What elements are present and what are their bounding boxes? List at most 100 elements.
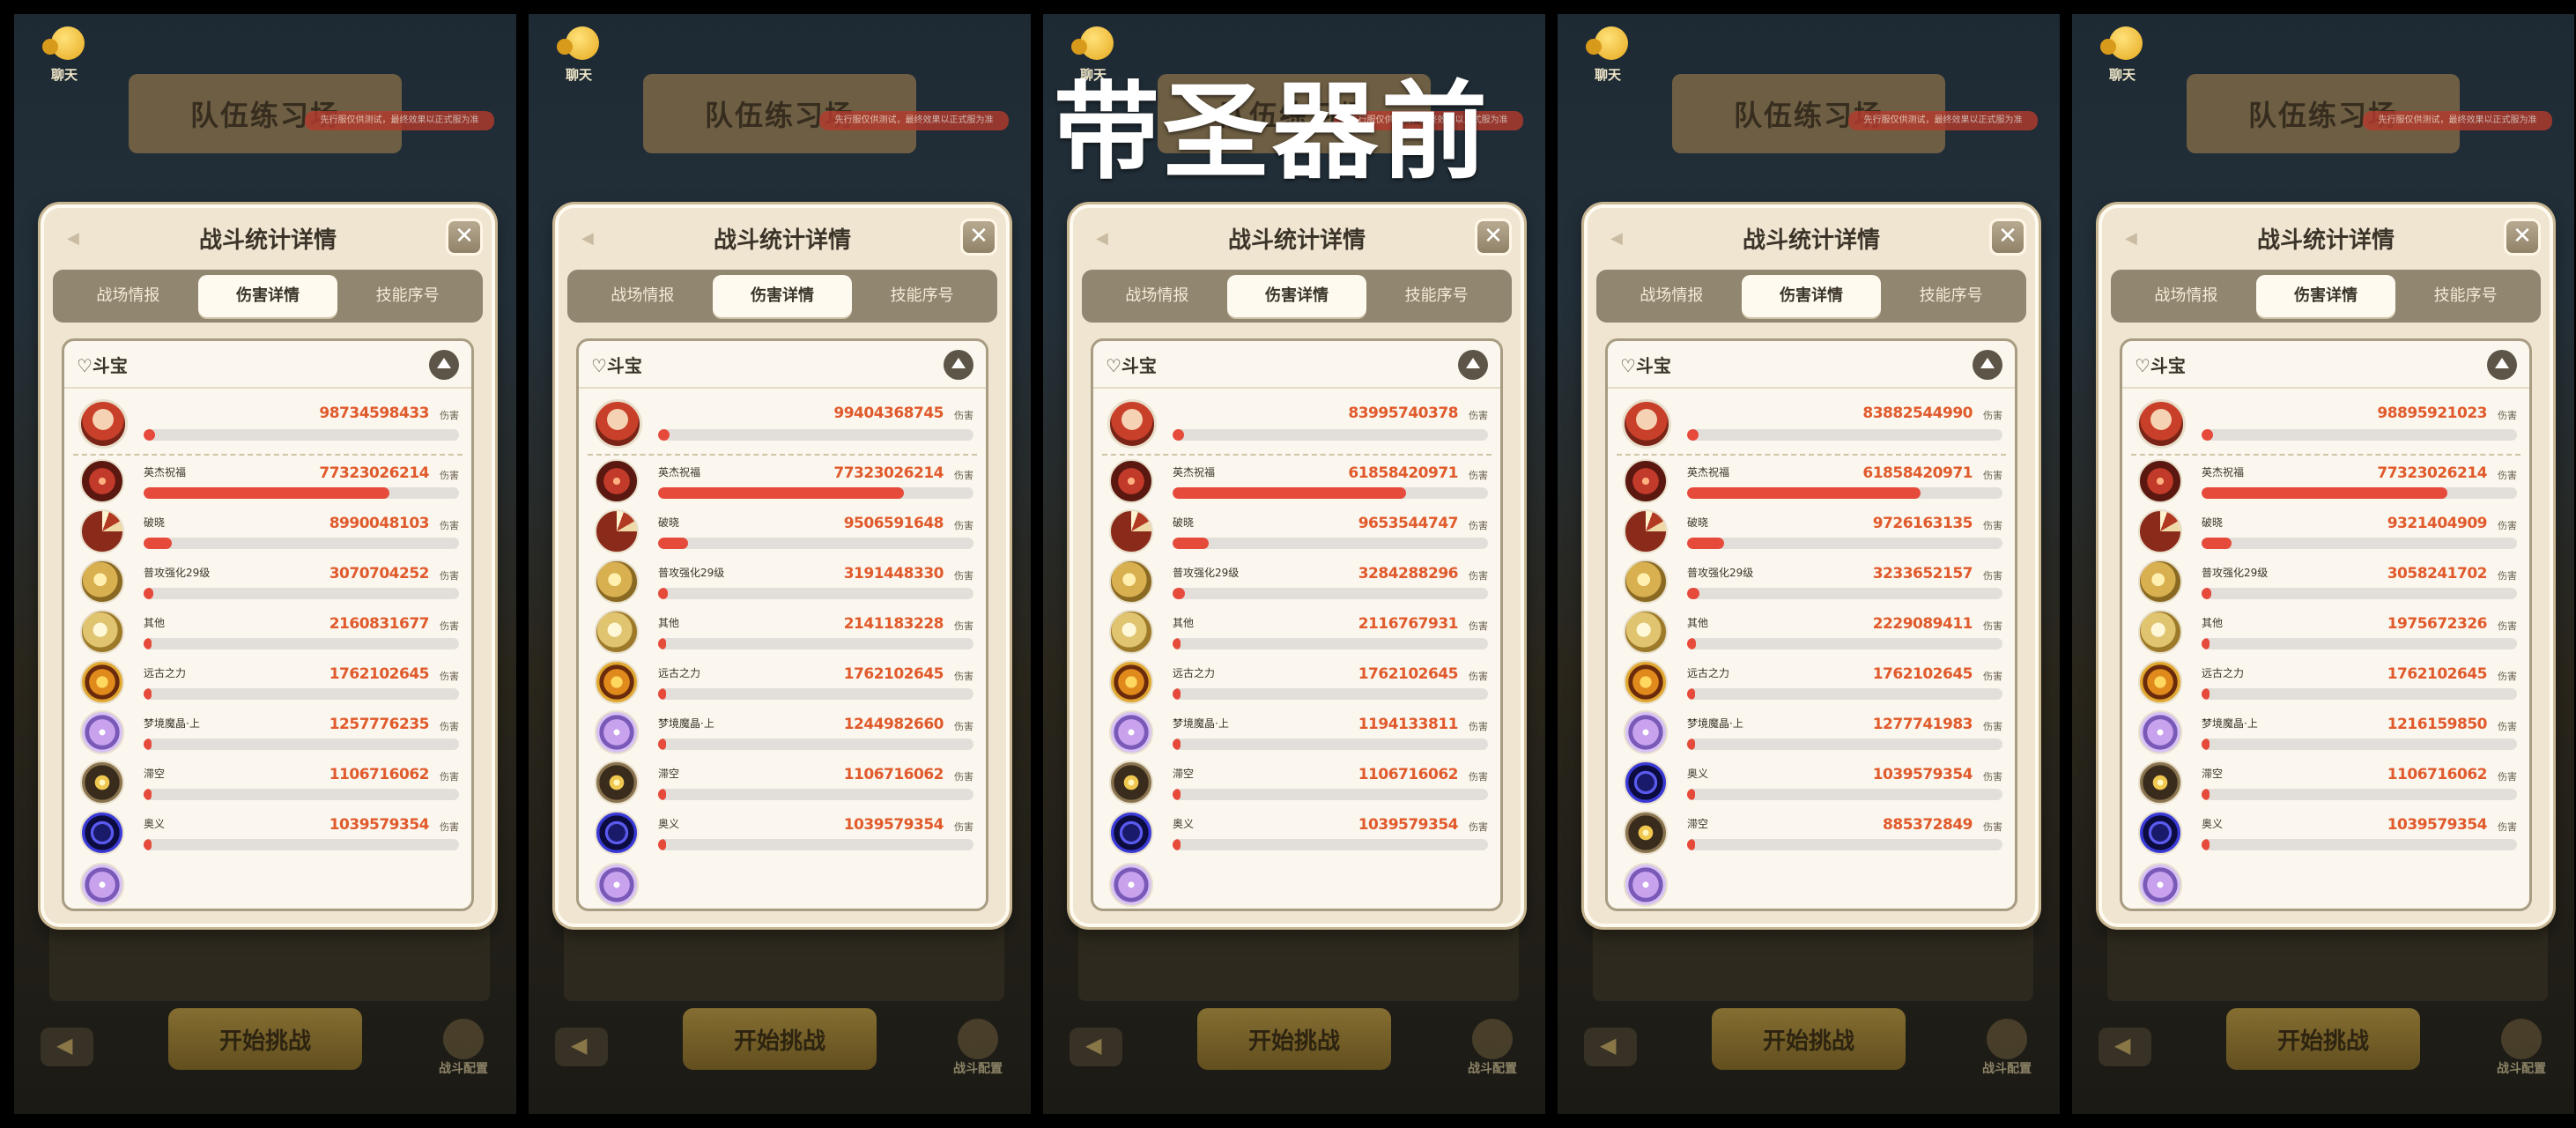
skill-row: 梦境魔晶·上 1194133811 伤害: [1102, 707, 1492, 757]
dream-skill-icon: [80, 710, 124, 754]
hero-total-row: 98895921023 伤害: [2131, 392, 2520, 456]
tab-damage-details[interactable]: 伤害详情: [197, 275, 338, 317]
normal-skill-icon: [2138, 560, 2182, 604]
damage-bar: [144, 638, 459, 649]
skill-name: 破晓: [144, 516, 166, 529]
collapse-icon[interactable]: [944, 350, 973, 380]
config-label: 战斗配置: [1468, 1062, 1517, 1076]
damage-unit: 伤害: [954, 470, 973, 481]
damage-unit: 伤害: [440, 721, 459, 732]
skill-row: 滞空 1106716062 伤害: [73, 757, 463, 807]
close-button[interactable]: ✕: [960, 219, 997, 256]
battle-config-button[interactable]: 战斗配置: [2486, 1019, 2557, 1080]
dialog-title: 战斗统计详情: [1742, 227, 1880, 254]
battle-config-button[interactable]: 战斗配置: [1972, 1019, 2042, 1080]
chat-button[interactable]: 聊天: [1582, 26, 1635, 83]
damage-value: 1257776235: [329, 716, 430, 733]
damage-bar: [144, 688, 459, 700]
team-name: ♡斗宝: [1620, 354, 1671, 376]
hero-bless-skill-icon: [80, 459, 124, 503]
test-server-note: 先行服仅供测试，最终效果以正式服为准: [819, 111, 1009, 130]
damage-value: 3070704252: [329, 565, 430, 583]
damage-panel[interactable]: ♡斗宝 98734598433 伤害 英杰祝福 77323026214 伤害 破…: [62, 338, 474, 911]
damage-bar: [2202, 487, 2517, 499]
total-damage-value: 99404368745: [833, 404, 944, 422]
damage-panel[interactable]: ♡斗宝 98895921023 伤害 英杰祝福 77323026214 伤害 破…: [2120, 338, 2532, 911]
damage-value: 1194133811: [1358, 716, 1459, 733]
tab-battle-info[interactable]: 战场情报: [573, 275, 713, 317]
back-button[interactable]: [41, 1028, 93, 1066]
damage-bar-fill: [2202, 538, 2232, 549]
damage-value: 1106716062: [1358, 766, 1459, 783]
damage-value: 3284288296: [1358, 565, 1459, 583]
tab-skill-order[interactable]: 技能序号: [1366, 275, 1506, 317]
skill-name: 普攻强化29级: [1687, 567, 1754, 579]
damage-panel[interactable]: ♡斗宝 99404368745 伤害 英杰祝福 77323026214 伤害 破…: [576, 338, 988, 911]
collapse-icon[interactable]: [1973, 350, 2002, 380]
tab-skill-order[interactable]: 技能序号: [852, 275, 992, 317]
skill-row: 远古之力 1762102645 伤害: [2131, 657, 2520, 707]
tab-damage-details[interactable]: 伤害详情: [712, 275, 853, 317]
collapse-icon[interactable]: [429, 350, 459, 380]
damage-bar: [1687, 487, 2002, 499]
damage-bar: [658, 538, 973, 549]
close-button[interactable]: ✕: [2504, 219, 2541, 256]
collapse-icon[interactable]: [2487, 350, 2517, 380]
close-button[interactable]: ✕: [1475, 219, 1512, 256]
damage-bar-fill: [2202, 688, 2210, 700]
damage-panel[interactable]: ♡斗宝 83882544990 伤害 英杰祝福 61858420971 伤害 破…: [1605, 338, 2017, 911]
start-challenge-button[interactable]: 开始挑战: [1197, 1008, 1391, 1070]
damage-bar-fill: [144, 738, 152, 750]
back-button[interactable]: [1584, 1028, 1637, 1066]
break-skill-icon: [1109, 509, 1153, 553]
damage-bar: [1687, 789, 2002, 800]
tab-bar: 战场情报 伤害详情 技能序号: [1596, 270, 2026, 323]
team-header: ♡斗宝: [2122, 341, 2529, 389]
skill-name: 英杰祝福: [1687, 466, 1730, 479]
tab-damage-details[interactable]: 伤害详情: [2255, 275, 2396, 317]
tab-damage-details[interactable]: 伤害详情: [1741, 275, 1882, 317]
start-challenge-button[interactable]: 开始挑战: [168, 1008, 362, 1070]
back-button[interactable]: [555, 1028, 608, 1066]
chat-button[interactable]: 聊天: [553, 26, 606, 83]
damage-unit: 伤害: [1983, 721, 2002, 732]
tab-battle-info[interactable]: 战场情报: [1602, 275, 1742, 317]
other-skill-icon: [1624, 610, 1668, 654]
skill-name: 普攻强化29级: [144, 567, 211, 579]
start-challenge-button[interactable]: 开始挑战: [1712, 1008, 1906, 1070]
damage-value: 2141183228: [843, 615, 944, 633]
close-button[interactable]: ✕: [1989, 219, 2026, 256]
chat-button[interactable]: 聊天: [2097, 26, 2150, 83]
damage-bar-fill: [658, 789, 666, 800]
tab-skill-order[interactable]: 技能序号: [337, 275, 477, 317]
tab-battle-info[interactable]: 战场情报: [1087, 275, 1227, 317]
damage-bar: [1687, 638, 2002, 649]
start-challenge-button[interactable]: 开始挑战: [683, 1008, 877, 1070]
tab-battle-info[interactable]: 战场情报: [58, 275, 198, 317]
battle-config-button[interactable]: 战斗配置: [1457, 1019, 1528, 1080]
back-button[interactable]: [2099, 1028, 2151, 1066]
start-challenge-button[interactable]: 开始挑战: [2226, 1008, 2420, 1070]
battle-config-button[interactable]: 战斗配置: [428, 1019, 499, 1080]
damage-unit: 伤害: [1469, 410, 1488, 421]
damage-bar: [658, 588, 973, 599]
back-button[interactable]: [1070, 1028, 1122, 1066]
damage-value: 3058241702: [2387, 565, 2488, 583]
skill-row: 梦境魔晶·上 1277741983 伤害: [1617, 707, 2006, 757]
close-button[interactable]: ✕: [446, 219, 483, 256]
damage-value: 8990048103: [329, 515, 430, 532]
damage-value: 1039579354: [2387, 816, 2488, 834]
tab-damage-details[interactable]: 伤害详情: [1226, 275, 1367, 317]
damage-value: 9321404909: [2387, 515, 2488, 532]
tab-battle-info[interactable]: 战场情报: [2116, 275, 2256, 317]
damage-value: 2160831677: [329, 615, 430, 633]
collapse-icon[interactable]: [1458, 350, 1488, 380]
chat-button[interactable]: 聊天: [39, 26, 92, 83]
total-damage-bar-fill: [658, 429, 670, 441]
battle-config-button[interactable]: 战斗配置: [943, 1019, 1013, 1080]
damage-panel[interactable]: ♡斗宝 83995740378 伤害 英杰祝福 61858420971 伤害 破…: [1091, 338, 1503, 911]
tab-skill-order[interactable]: 技能序号: [1881, 275, 2021, 317]
tab-skill-order[interactable]: 技能序号: [2395, 275, 2535, 317]
skill-name: 普攻强化29级: [658, 567, 725, 579]
damage-bar-fill: [1687, 538, 1724, 549]
